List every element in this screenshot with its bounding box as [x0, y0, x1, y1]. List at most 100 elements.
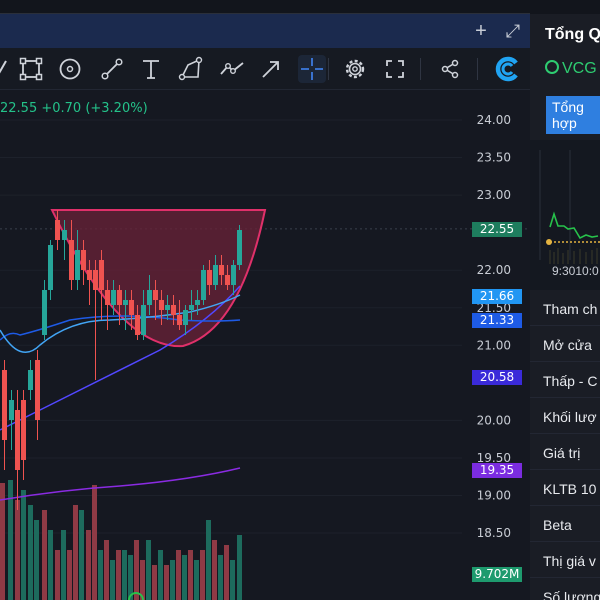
share-icon[interactable]: [436, 55, 464, 83]
volume-bar: [164, 565, 169, 600]
candle-body: [159, 300, 164, 310]
top-strip: [0, 0, 600, 14]
volume-bar: [200, 550, 205, 600]
volume-bar: [122, 550, 127, 600]
rectangle-tool-icon[interactable]: [17, 55, 45, 83]
volume-bar: [28, 505, 33, 600]
last-price-label: 22.55: [472, 222, 522, 237]
stat-row: Khối lượ: [530, 400, 600, 434]
line-tool-icon[interactable]: [98, 55, 126, 83]
mini-chart-time: 9:3010:0: [552, 264, 599, 278]
chart-canvas[interactable]: 24.0023.5023.0022.0021.5021.0020.0019.50…: [0, 90, 530, 600]
stat-label: KLTB 10: [543, 481, 597, 497]
volume-bar: [182, 555, 187, 600]
price-axis-tick: 23.00: [477, 188, 511, 202]
price-change-info: 22.55 +0.70 (+3.20%): [0, 101, 148, 116]
add-chart-button[interactable]: +: [470, 20, 492, 42]
stat-row: Beta: [530, 508, 600, 542]
volume-bar: [73, 505, 78, 600]
tab-summary[interactable]: Tổng hợp: [546, 96, 600, 134]
candle-body: [201, 270, 206, 300]
candle-body: [177, 315, 182, 325]
stat-label: Tham ch: [543, 301, 598, 317]
price-axis-tick: 24.00: [477, 113, 511, 127]
circle-tool-icon[interactable]: [56, 55, 84, 83]
ma2-label: 21.33: [472, 313, 522, 328]
price-axis-tick: 22.00: [477, 263, 511, 277]
candle-body: [141, 305, 146, 335]
price-axis-tick: 23.50: [477, 151, 511, 165]
stat-row: Tham ch: [530, 292, 600, 326]
candle-body: [171, 305, 176, 315]
ma1-label: 21.66: [472, 289, 522, 304]
path-tool-icon[interactable]: [218, 55, 246, 83]
candle-body: [195, 300, 200, 305]
stat-row: Thấp - C: [530, 364, 600, 398]
volume-label: 9.702M: [472, 567, 522, 582]
stat-label: Thị giá v: [543, 553, 596, 569]
volume-bar: [61, 530, 66, 600]
ticker-label: VCG: [562, 60, 597, 77]
volume-bar: [34, 520, 39, 600]
shape-tool-icon[interactable]: [177, 55, 205, 83]
price-axis-tick: 20.00: [477, 413, 511, 427]
volume-bar: [42, 510, 47, 600]
candle-body: [28, 370, 33, 390]
toolbar-divider: [328, 58, 329, 80]
ma4-label: 19.35: [472, 463, 522, 478]
candle-body: [225, 275, 230, 285]
volume-bar: [104, 540, 109, 600]
summary-panel: Tổng Q VCG Tổng hợp 9:3010:0 Tham ch Mở …: [530, 14, 600, 600]
volume-bar: [48, 530, 53, 600]
candle-body: [81, 250, 86, 270]
brand-logo-icon[interactable]: [493, 55, 521, 83]
candle-body: [111, 290, 116, 305]
crosshair-tool-icon[interactable]: [298, 55, 326, 83]
volume-bar: [116, 550, 121, 600]
candle-body: [2, 370, 7, 440]
stat-row: Mở cửa: [530, 328, 600, 362]
candle-body: [48, 245, 53, 290]
candle-body: [9, 400, 14, 420]
candle-body: [75, 250, 80, 280]
arrow-tool-icon[interactable]: [257, 55, 285, 83]
refresh-icon: [545, 60, 559, 74]
candle-body: [231, 265, 236, 285]
candle-body: [189, 305, 194, 310]
fullscreen-icon[interactable]: [381, 55, 409, 83]
volume-bar: [188, 550, 193, 600]
stat-row: KLTB 10: [530, 472, 600, 506]
candle-body: [93, 270, 98, 290]
volume-bar: [92, 485, 97, 600]
volume-bar: [86, 530, 91, 600]
toolbar-divider: [420, 58, 421, 80]
expand-icon[interactable]: ⤢: [502, 20, 524, 42]
gear-icon[interactable]: [341, 55, 369, 83]
candle-body: [21, 400, 26, 460]
candle-body: [117, 290, 122, 305]
volume-bar: [206, 520, 211, 600]
volume-bar: [170, 560, 175, 600]
volume-bar: [194, 560, 199, 600]
volume-bar: [79, 510, 84, 600]
ticker-symbol[interactable]: VCG: [545, 60, 597, 78]
candle-body: [135, 315, 140, 335]
candle-body: [62, 230, 67, 240]
stat-label: Mở cửa: [543, 337, 592, 353]
volume-bar: [230, 560, 235, 600]
stat-label: Beta: [543, 517, 572, 533]
chart-header: + ⤢: [0, 14, 530, 48]
volume-bar: [212, 540, 217, 600]
candle-body: [153, 290, 158, 300]
stat-row: Giá trị: [530, 436, 600, 470]
price-chart[interactable]: 24.00 23.50 23.00 22.00 21.50 21.00 20.00 19.50…: [0, 90, 530, 600]
volume-bar: [237, 535, 242, 600]
text-tool-icon[interactable]: [137, 55, 165, 83]
drawing-toolbar: [0, 48, 530, 90]
candle-body: [105, 290, 110, 305]
stat-label: Giá trị: [543, 445, 581, 461]
candle-body: [69, 240, 74, 280]
volume-bar: [218, 555, 223, 600]
candle-body: [99, 260, 104, 290]
candle-body: [165, 305, 170, 310]
